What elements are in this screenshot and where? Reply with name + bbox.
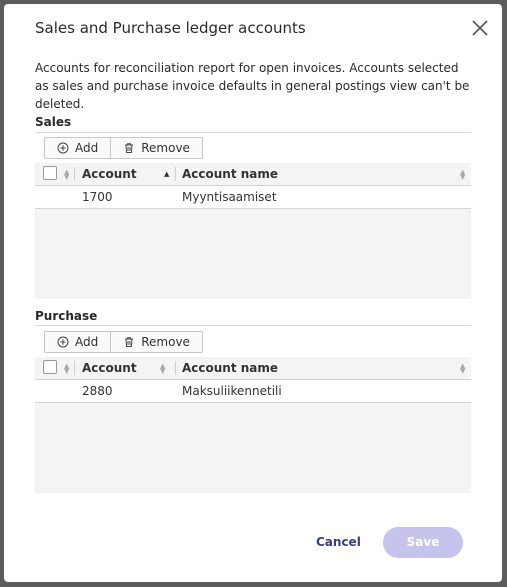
purchase-remove-button[interactable]: Remove (110, 332, 202, 352)
purchase-section-label: Purchase (35, 309, 98, 323)
sort-both-icon[interactable]: ▲ ▼ (64, 363, 69, 375)
purchase-col-account[interactable]: Account (82, 361, 137, 375)
purchase-add-label: Add (75, 335, 99, 349)
column-separator (74, 167, 75, 181)
sales-add-button[interactable]: Add (45, 138, 110, 158)
purchase-divider (35, 325, 471, 326)
purchase-remove-label: Remove (141, 335, 190, 349)
sales-toolbar: Add Remove (44, 137, 203, 159)
trash-icon (125, 143, 134, 153)
column-separator (74, 361, 75, 375)
sales-divider (35, 132, 471, 133)
column-separator (175, 167, 176, 181)
save-button[interactable]: Save (383, 527, 463, 558)
account-cell: 2880 (82, 384, 113, 398)
sales-col-account-name[interactable]: Account name (182, 167, 278, 181)
sales-grid-header: ▲ ▼ Account ▲ Account name ▲ ▼ (35, 163, 471, 186)
plus-circle-icon (57, 336, 69, 348)
account-cell: 1700 (82, 190, 113, 204)
cancel-button[interactable]: Cancel (316, 535, 361, 549)
ledger-accounts-dialog: Sales and Purchase ledger accounts Accou… (4, 4, 502, 582)
account-name-cell: Myyntisaamiset (182, 190, 277, 204)
sales-grid: ▲ ▼ Account ▲ Account name ▲ ▼ 1700 Myynti… (35, 163, 471, 299)
close-icon[interactable] (470, 18, 490, 38)
sales-select-all-checkbox[interactable] (43, 166, 57, 180)
sales-section-label: Sales (35, 115, 72, 129)
sales-remove-button[interactable]: Remove (110, 138, 202, 158)
sort-both-icon[interactable]: ▲ ▼ (460, 169, 465, 181)
sort-both-icon[interactable]: ▲ ▼ (160, 363, 165, 375)
dialog-title: Sales and Purchase ledger accounts (35, 19, 306, 37)
purchase-add-button[interactable]: Add (45, 332, 110, 352)
purchase-select-all-checkbox[interactable] (43, 360, 57, 374)
purchase-col-account-name[interactable]: Account name (182, 361, 278, 375)
sales-col-account[interactable]: Account (82, 167, 137, 181)
sort-ascending-icon[interactable]: ▲ (164, 171, 169, 178)
sort-both-icon[interactable]: ▲ ▼ (64, 169, 69, 181)
sales-remove-label: Remove (141, 141, 190, 155)
purchase-grid: ▲ ▼ Account ▲ ▼ Account name ▲ ▼ 2880 Maksu… (35, 357, 471, 493)
purchase-grid-header: ▲ ▼ Account ▲ ▼ Account name ▲ ▼ (35, 357, 471, 380)
table-row[interactable]: 2880 Maksuliikennetili (35, 380, 471, 403)
sort-both-icon[interactable]: ▲ ▼ (460, 363, 465, 375)
table-row[interactable]: 1700 Myyntisaamiset (35, 186, 471, 209)
plus-circle-icon (57, 142, 69, 154)
account-name-cell: Maksuliikennetili (182, 384, 282, 398)
trash-icon (125, 337, 134, 347)
dialog-description: Accounts for reconciliation report for o… (35, 61, 470, 111)
sales-add-label: Add (75, 141, 99, 155)
column-separator (175, 361, 176, 375)
purchase-toolbar: Add Remove (44, 331, 203, 353)
